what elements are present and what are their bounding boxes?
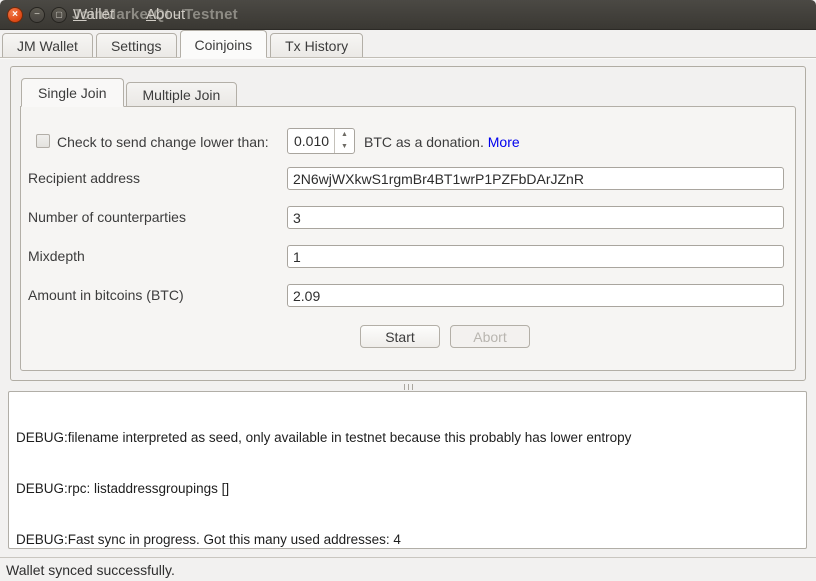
menu-wallet-label: allet [87,6,115,23]
close-icon[interactable]: × [7,7,23,23]
mixdepth-input[interactable] [287,245,784,268]
start-button[interactable]: Start [360,325,440,348]
spin-down-icon[interactable]: ▼ [335,141,354,153]
tab-frame [0,57,816,59]
tab-tx-history[interactable]: Tx History [270,33,363,58]
donation-suffix-text: BTC as a donation. More [364,134,520,150]
splitter-handle[interactable] [0,383,816,390]
tab-coinjoins[interactable]: Coinjoins [180,30,268,58]
mixdepth-label: Mixdepth [28,248,85,264]
spin-up-icon[interactable]: ▲ [335,129,354,141]
maximize-icon[interactable]: ▢ [51,7,67,23]
status-bar: Wallet synced successfully. [0,557,816,581]
counterparties-label: Number of counterparties [28,209,186,225]
donation-suffix-label: BTC as a donation. [364,134,484,150]
tab-settings[interactable]: Settings [96,33,177,58]
titlebar[interactable]: × − ▢ JoinMarketQt - Testnet Wallet Abou… [0,0,816,30]
join-subtabbar: Single Join Multiple Join [21,78,237,107]
donation-checkbox-label: Check to send change lower than: [57,134,269,150]
counterparties-input[interactable] [287,206,784,229]
abort-button[interactable]: Abort [450,325,530,348]
app-window: × − ▢ JoinMarketQt - Testnet Wallet Abou… [0,0,816,581]
menu-about-label: bout [156,6,185,23]
log-line: DEBUG:filename interpreted as seed, only… [16,429,799,446]
spinner-arrows[interactable]: ▲ ▼ [334,129,354,153]
more-link[interactable]: More [488,134,520,150]
minimize-icon[interactable]: − [29,7,45,23]
amount-btc-input[interactable] [287,284,784,307]
tab-jm-wallet[interactable]: JM Wallet [2,33,93,58]
subtab-single-join[interactable]: Single Join [21,78,124,107]
log-line: DEBUG:Fast sync in progress. Got this ma… [16,531,799,548]
subtab-multiple-join[interactable]: Multiple Join [126,82,238,107]
menu-about-mnemonic: A [146,6,156,23]
donation-amount-spinner[interactable]: ▲ ▼ [287,128,355,154]
menu-wallet[interactable]: Wallet [73,6,114,23]
debug-log-output[interactable]: DEBUG:filename interpreted as seed, only… [8,391,807,549]
recipient-address-label: Recipient address [28,170,140,186]
amount-btc-label: Amount in bitcoins (BTC) [28,287,184,303]
donation-checkbox[interactable] [36,134,50,148]
menu-about[interactable]: About [146,6,185,23]
menu-wallet-mnemonic: W [73,6,87,23]
recipient-address-input[interactable] [287,167,784,190]
status-message: Wallet synced successfully. [6,562,175,578]
donation-amount-input[interactable] [288,129,334,153]
main-tabbar: JM Wallet Settings Coinjoins Tx History [2,30,363,58]
log-line: DEBUG:rpc: listaddressgroupings [] [16,480,799,497]
